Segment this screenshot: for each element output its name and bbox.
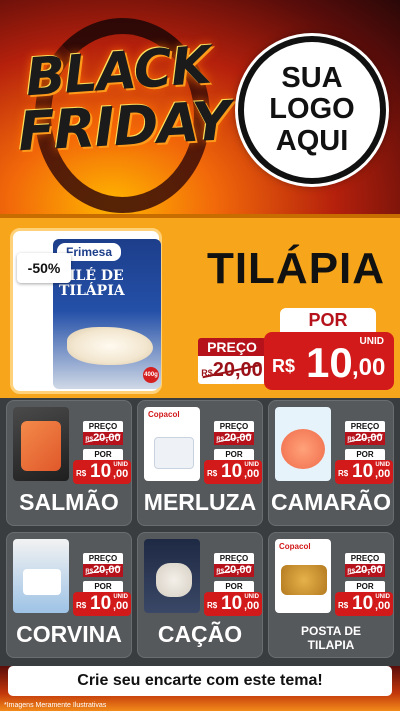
product-name: SALMÃO (19, 489, 119, 515)
old-price: R$20,00 (214, 432, 254, 445)
product-brand: Copacol (148, 410, 180, 419)
package-name-line2: TILÁPIA (59, 282, 125, 299)
header-banner: BLACK FRIDAY SUA LOGO AQUI (0, 0, 400, 214)
disclaimer-text: *Imagens Meramente Ilustrativas (4, 702, 107, 709)
product-card[interactable]: Copacol PREÇO R$20,00 POR R$ 10 ,00 UNID… (137, 400, 263, 526)
product-image (13, 539, 69, 613)
logo-text-line1: SUA (281, 62, 343, 95)
fish-fillet-image (67, 327, 153, 365)
por-label: POR (345, 581, 385, 592)
unit-label: UNID (113, 594, 128, 600)
new-price-decimal: ,00 (244, 468, 260, 480)
product-brand: Copacol (279, 542, 311, 551)
new-price-integer: 10 (306, 339, 353, 386)
product-image (275, 407, 331, 481)
preco-label: PREÇO (214, 553, 254, 564)
product-card[interactable]: PREÇO R$20,00 POR R$ 10 ,00 UNID CORVINA (6, 532, 132, 658)
por-label: POR (214, 581, 254, 592)
product-image: Copacol (144, 407, 200, 481)
preco-label: PREÇO (345, 553, 385, 564)
new-price-decimal: ,00 (375, 468, 391, 480)
product-image: Copacol (275, 539, 331, 613)
product-name-line1: POSTA DE (300, 624, 361, 638)
package-name: FILÉ DE TILÁPIA (59, 269, 155, 298)
new-currency: R$ (76, 469, 87, 478)
product-name: CAÇÃO (157, 621, 243, 647)
por-label: POR (83, 449, 123, 460)
new-price-decimal: ,00 (113, 600, 129, 612)
unit-label: UNID (244, 594, 259, 600)
package-weight: 400g (143, 367, 159, 383)
new-currency: R$ (207, 601, 218, 610)
featured-product-image: Frimesa FILÉ DE TILÁPIA 400g -50% (10, 228, 162, 394)
new-price: R$ 10 ,00 UNID (73, 592, 131, 616)
logo-text-line2: LOGO (269, 93, 355, 126)
new-price-decimal: ,00 (375, 600, 391, 612)
old-price: R$20,00 (83, 432, 123, 445)
new-price: R$ 10 ,00 UNID (73, 460, 131, 484)
new-price-integer: 10 (90, 461, 112, 482)
featured-product-name: TILÁPIA (206, 244, 386, 293)
discount-badge: -50% (17, 253, 71, 283)
por-label: POR (345, 449, 385, 460)
package-name-line1: FILÉ DE (59, 268, 124, 284)
product-image (13, 407, 69, 481)
black-friday-logo: BLACK FRIDAY (16, 36, 231, 164)
new-price: R$ 10 ,00 UNID (335, 460, 393, 484)
unit-label: UNID (113, 462, 128, 468)
new-price-integer: 10 (352, 461, 374, 482)
product-grid: PREÇO R$20,00 POR R$ 10 ,00 UNID SALMÃO … (0, 398, 400, 666)
product-name: MERLUZA (143, 489, 257, 515)
product-image (144, 539, 200, 613)
unit-label: UNID (375, 594, 390, 600)
new-price-integer: 10 (221, 461, 243, 482)
new-currency: R$ (338, 601, 349, 610)
product-name: CAMARÃO (270, 489, 392, 515)
unit-label: UNID (375, 462, 390, 468)
new-price: R$ 10 ,00 UNID (204, 592, 262, 616)
product-name: CORVINA (16, 621, 122, 647)
new-price-integer: 10 (352, 593, 374, 614)
cta-banner[interactable]: Crie seu encarte com este tema! (8, 666, 392, 696)
flyer-page: BLACK FRIDAY SUA LOGO AQUI Frimesa FILÉ … (0, 0, 400, 711)
title-friday: FRIDAY (16, 89, 232, 164)
new-currency: R$ (272, 356, 296, 376)
footer: Crie seu encarte com este tema! *Imagens… (0, 666, 400, 711)
featured-por-label: POR (280, 308, 376, 332)
featured-new-price: UNID R$ 10 ,00 (264, 332, 394, 390)
new-price-integer: 10 (90, 593, 112, 614)
featured-preco-label: PREÇO (198, 338, 266, 356)
logo-placeholder[interactable]: SUA LOGO AQUI (238, 36, 386, 184)
preco-label: PREÇO (83, 421, 123, 432)
new-price-decimal: ,00 (352, 354, 386, 381)
new-price: R$ 10 ,00 UNID (335, 592, 393, 616)
unit-label: UNID (244, 462, 259, 468)
featured-old-price: R$20,00 (198, 356, 266, 384)
logo-text-line3: AQUI (275, 124, 349, 157)
product-name-line2: TILAPIA (307, 637, 355, 652)
product-card[interactable]: PREÇO R$20,00 POR R$ 10 ,00 UNID SALMÃO (6, 400, 132, 526)
product-card[interactable]: PREÇO R$20,00 POR R$ 10 ,00 UNID CAÇÃO (137, 532, 263, 658)
por-label: POR (214, 449, 254, 460)
preco-label: PREÇO (214, 421, 254, 432)
por-label: POR (83, 581, 123, 592)
old-price: R$20,00 (214, 564, 254, 577)
old-price: R$20,00 (345, 564, 385, 577)
new-price: R$ 10 ,00 UNID (204, 460, 262, 484)
preco-label: PREÇO (345, 421, 385, 432)
preco-label: PREÇO (83, 553, 123, 564)
new-price-integer: 10 (221, 593, 243, 614)
new-price-decimal: ,00 (113, 468, 129, 480)
new-currency: R$ (207, 469, 218, 478)
product-card[interactable]: Copacol PREÇO R$20,00 POR R$ 10 ,00 UNID… (268, 532, 394, 658)
unit-label: UNID (359, 336, 384, 347)
old-price: R$20,00 (345, 432, 385, 445)
product-card[interactable]: PREÇO R$20,00 POR R$ 10 ,00 UNID CAMARÃO (268, 400, 394, 526)
new-currency: R$ (338, 469, 349, 478)
old-price: R$20,00 (83, 564, 123, 577)
new-price-decimal: ,00 (244, 600, 260, 612)
new-currency: R$ (76, 601, 87, 610)
product-name: POSTA DE TILAPIA (269, 624, 393, 653)
